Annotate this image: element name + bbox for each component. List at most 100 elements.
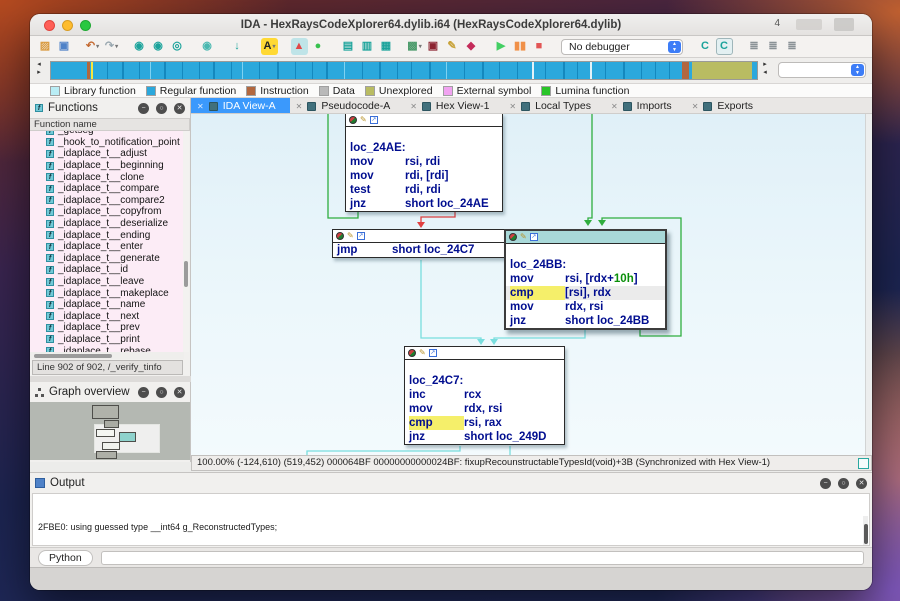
windows-list-icon[interactable]: ≣ [784, 38, 801, 55]
structures-icon[interactable]: ▤ [340, 38, 357, 55]
asm-line[interactable] [506, 244, 665, 258]
open-file-icon[interactable]: ▨ [37, 38, 54, 55]
graph-overview-map[interactable] [30, 402, 190, 460]
node-color-icon[interactable] [349, 116, 357, 124]
panel-close-icon[interactable]: ✕ [174, 387, 185, 398]
asm-line[interactable]: movrdx, rsi [405, 402, 564, 416]
function-list-item[interactable]: f _idaplace_t__prev [30, 322, 184, 334]
tab-imports[interactable]: ✕ Imports [605, 98, 686, 114]
close-window-button[interactable] [44, 20, 55, 31]
asm-line[interactable]: cmprsi, rax [405, 416, 564, 430]
panel-minimize-icon[interactable]: − [138, 103, 149, 114]
node-edit-icon[interactable]: ✎ [347, 232, 354, 240]
panel-float-icon[interactable]: ○ [156, 103, 167, 114]
tab-close-icon[interactable]: ✕ [611, 102, 618, 111]
functions-horizontal-scrollbar[interactable] [30, 352, 184, 359]
node-chart-icon[interactable]: ↗ [530, 233, 538, 241]
node-header[interactable]: ✎ ↗ [405, 347, 564, 360]
asm-line[interactable]: movrsi, rdi [346, 155, 502, 169]
debugger-window-icon[interactable]: ▣ [425, 38, 442, 55]
node-chart-icon[interactable]: ↗ [357, 232, 365, 240]
select-stepper-icon[interactable]: ▲▼ [668, 41, 681, 53]
stop-process-icon[interactable]: ■ [531, 38, 548, 55]
panel-minimize-icon[interactable]: − [820, 478, 831, 489]
tab-pseudocode-a[interactable]: ✕ Pseudocode-A [290, 98, 405, 114]
pause-process-icon[interactable]: ▮▮ [512, 38, 529, 55]
navband-right-arrows-icon[interactable]: ▸◂ [760, 61, 770, 77]
asm-line[interactable]: cmp[rsi], rdx [506, 286, 665, 300]
undo-icon[interactable]: ↶▾ [84, 38, 101, 55]
tab-ida-view-a[interactable]: ✕ IDA View-A [191, 98, 290, 114]
navband-left-arrows-icon[interactable]: ◂▸ [34, 61, 44, 77]
node-chart-icon[interactable]: ↗ [370, 116, 378, 124]
jump-address-icon[interactable]: ◎ [169, 38, 186, 55]
graph-node-jmp[interactable]: ✎ ↗ jmpshort loc_24C7 [332, 229, 505, 258]
redo-icon[interactable]: ↷▾ [103, 38, 120, 55]
command-line-input[interactable] [101, 551, 864, 565]
asm-line[interactable]: incrcx [405, 388, 564, 402]
tab-local-types[interactable]: ✕ Local Types [503, 98, 605, 114]
jump-xref-icon[interactable]: ◉ [199, 38, 216, 55]
asm-line[interactable] [346, 127, 502, 141]
panel-float-icon[interactable]: ○ [156, 387, 167, 398]
tab-close-icon[interactable]: ✕ [509, 102, 516, 111]
function-list-item[interactable]: f _hook_to_notification_point [30, 137, 184, 149]
text-display-icon[interactable]: A▾ [261, 38, 278, 55]
asm-line[interactable]: loc_24BB: [506, 258, 665, 272]
function-list-item[interactable]: f _idaplace_t__enter [30, 241, 184, 253]
breakpoint-icon[interactable]: ◆ [463, 38, 480, 55]
asm-line[interactable]: testrdi, rdi [346, 183, 502, 197]
save-icon[interactable]: ▣ [56, 38, 73, 55]
script-snippets-icon[interactable]: ▩▾ [406, 38, 423, 55]
functions-vertical-scrollbar[interactable] [183, 131, 189, 352]
node-color-icon[interactable] [336, 232, 344, 240]
node-header[interactable]: ✎ ↗ [346, 114, 502, 127]
graph-status-grip[interactable] [858, 458, 869, 469]
jump-function-icon[interactable]: ↓ [229, 38, 246, 55]
panel-minimize-icon[interactable]: − [138, 387, 149, 398]
function-list-item[interactable]: f _idaplace_t__compare2 [30, 195, 184, 207]
asm-line[interactable]: jmpshort loc_24C7 [333, 243, 504, 257]
panel-close-icon[interactable]: ✕ [856, 478, 867, 489]
function-list-item[interactable]: f _idaplace_t__compare [30, 183, 184, 195]
functions-column-header[interactable]: Function name [30, 118, 190, 131]
node-edit-icon[interactable]: ✎ [520, 233, 527, 241]
titlebar[interactable]: IDA - HexRaysCodeXplorer64.dylib.i64 (He… [30, 14, 872, 36]
function-list-item[interactable]: f _idaplace_t__next [30, 311, 184, 323]
node-chart-icon[interactable]: ↗ [429, 349, 437, 357]
function-list-item[interactable]: f _idaplace_t__copyfrom [30, 206, 184, 218]
enums-icon[interactable]: ▥ [359, 38, 376, 55]
minimize-window-button[interactable] [62, 20, 73, 31]
zoom-window-button[interactable] [80, 20, 91, 31]
node-header[interactable]: ✎ ↗ [506, 231, 665, 244]
function-list-item[interactable]: f _idaplace_t__name [30, 299, 184, 311]
function-list-item[interactable]: f _idaplace_t__leave [30, 276, 184, 288]
panel-close-icon[interactable]: ✕ [174, 103, 185, 114]
tab-close-icon[interactable]: ✕ [197, 102, 204, 111]
node-edit-icon[interactable]: ✎ [419, 349, 426, 357]
function-list-item[interactable]: f _idaplace_t__id [30, 264, 184, 276]
patch-program-icon[interactable]: ✎ [444, 38, 461, 55]
start-process-icon[interactable]: ▶ [493, 38, 510, 55]
asm-line[interactable]: loc_24AE: [346, 141, 502, 155]
functions-panel-titlebar[interactable]: f Functions − ○ ✕ [30, 98, 190, 118]
graph-vertical-scrollbar[interactable] [865, 114, 872, 455]
function-list-item[interactable]: f _idaplace_t__beginning [30, 160, 184, 172]
output-panel-titlebar[interactable]: Output − ○ ✕ [30, 473, 872, 493]
function-list-item[interactable]: f _idaplace_t__print [30, 334, 184, 346]
tab-close-icon[interactable]: ✕ [410, 102, 417, 111]
graph-image-icon[interactable]: ▲ [291, 38, 308, 55]
asm-line[interactable]: movrdi, [rdi] [346, 169, 502, 183]
jump-back-icon[interactable]: ◉ [131, 38, 148, 55]
asm-line[interactable]: jnzshort loc_24AE [346, 197, 502, 211]
function-list-item[interactable]: f _idaplace_t__ending [30, 229, 184, 241]
graph-node-loc_24C7[interactable]: ✎ ↗ loc_24C7: incrcx movrdx, rsi cmprsi,… [404, 346, 565, 445]
asm-line[interactable]: movrdx, rsi [506, 300, 665, 314]
graph-node-loc_24AE[interactable]: ✎ ↗ loc_24AE: movrsi, rdi movrdi, [rdi] … [345, 114, 503, 212]
functions-list[interactable]: f _getseg f _hook_to_notification_point … [30, 131, 184, 352]
panel-float-icon[interactable]: ○ [838, 478, 849, 489]
node-color-icon[interactable] [509, 233, 517, 241]
desktop-layout-icon[interactable]: ≣ [746, 38, 763, 55]
recent-scripts-icon[interactable]: ≣ [765, 38, 782, 55]
asm-line[interactable]: jnzshort loc_249D [405, 430, 564, 444]
